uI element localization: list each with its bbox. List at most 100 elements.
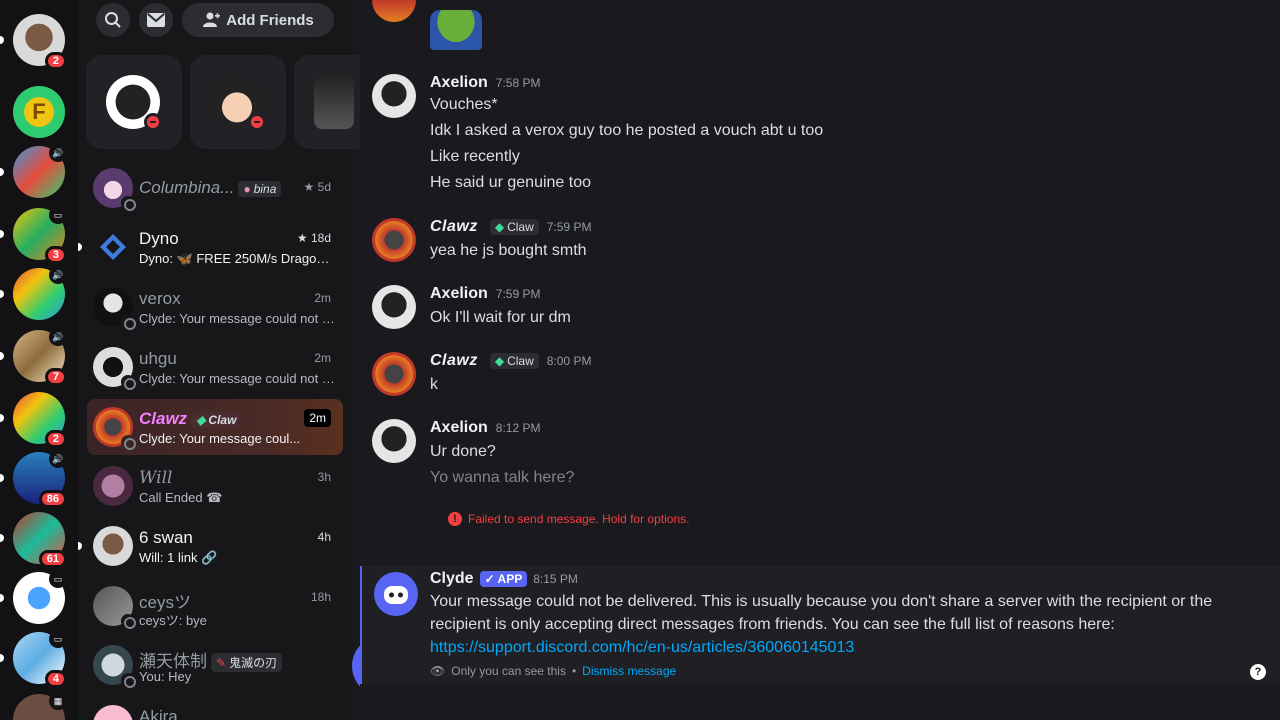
support-link[interactable]: https://support.discord.com/hc/en-us/art… [430,639,854,656]
server-icon-9[interactable]: 61 [0,512,67,568]
favorite-friend-2[interactable] [190,55,286,149]
add-friends-label: Add Friends [226,11,314,29]
server-badge: 61 [38,550,67,568]
server-icon-5[interactable]: 🔊 [0,266,67,320]
dm-preview: You: Hey [139,669,192,684]
dismiss-message-link[interactable]: Dismiss message [582,664,676,678]
favorite-friend-1[interactable] [86,55,182,149]
dm-time: 4h [317,530,331,544]
envelope-icon [147,13,165,27]
server-badge: 2 [44,430,67,448]
avatar[interactable] [372,419,416,463]
avatar[interactable] [372,285,416,329]
message-text: Vouches* [430,96,498,113]
server-badge: 3 [44,246,67,264]
dm-preview: Call Ended ☎ [139,490,223,505]
avatar [93,526,133,566]
speaker-icon: 🔊 [49,144,67,162]
server-icon-1[interactable]: 2 [0,14,67,70]
dm-time: 2m [304,409,331,427]
author-name[interactable]: Clawz [430,218,478,236]
dm-row-uhgu[interactable]: uhgu Clyde: Your message could not b... … [87,339,343,395]
message-text: yea he js bought smth [430,242,587,259]
favorite-friend-3[interactable] [294,55,364,149]
discord-app: 2 F 🔊 ▭ 3 🔊 🔊 7 2 🔊 86 61 ▭ ▭ 4 ▦ Add Fr… [0,0,1280,720]
error-icon: ! [448,512,462,526]
server-badge: 7 [44,368,67,386]
server-icon-12[interactable]: ▦ [13,692,67,720]
server-icon-3[interactable]: 🔊 [0,144,67,198]
server-icon-11[interactable]: ▭ 4 [0,630,67,688]
offline-status-icon [121,614,136,629]
avatar [93,705,133,720]
server-icon-7[interactable]: 2 [0,392,67,448]
offline-status-icon [121,673,136,688]
avatar-partial [372,0,416,22]
dm-time: 3h [317,470,331,484]
dm-row-6swan[interactable]: 6 swan Will: 1 link 🔗 4h [78,518,343,574]
speaker-icon: 🔊 [49,266,67,284]
author-name[interactable]: Axelion [430,74,488,92]
timestamp: 8:12 PM [495,421,541,435]
speaker-icon: 🔊 [49,328,67,346]
message-text: Ur done? [430,443,496,460]
offline-status-icon [121,196,136,211]
inbox-button[interactable] [139,3,173,37]
avatar[interactable] [374,572,418,616]
timestamp: 7:59 PM [546,220,592,234]
dyno-logo-icon [100,234,126,260]
offline-status-icon [121,315,136,330]
search-button[interactable] [96,3,130,37]
help-icon[interactable]: ? [1250,664,1266,680]
screen-share-icon: ▭ [49,630,67,648]
server-tag: ◆ Claw [191,411,242,428]
author-name[interactable]: Axelion [430,285,488,303]
dm-name: Columbina... ● bina [139,178,282,198]
server-tag: ◆ Claw [489,353,539,369]
dm-time: 2m [314,291,331,305]
avatar[interactable] [372,352,416,396]
dm-row-clawz-selected[interactable]: Clawz ◆ Claw Clyde: Your message coul... 2… [87,399,343,455]
dm-row-will[interactable]: Will Call Ended ☎ 3h [87,458,343,514]
avatar [93,227,133,267]
server-icon-8[interactable]: 🔊 86 [0,450,67,508]
dm-preview: Dyno: 🦋 FREE 250M/s Dragon C... [139,251,335,266]
author-name[interactable]: Axelion [430,419,488,437]
dm-row-ceys[interactable]: ceysツ ceysツ: bye 18h [87,578,343,634]
dm-preview: Will: 1 link 🔗 [139,550,218,565]
author-name[interactable]: Clawz [430,352,478,370]
author-name[interactable]: Clyde [430,570,474,588]
message-text: Idk I asked a verox guy too he posted a … [430,122,824,139]
clyde-bot-icon [384,586,408,604]
screen-share-icon: ▭ [49,570,67,588]
dm-row-akira[interactable]: Akira [87,697,343,720]
dm-time: ★ 18d [296,231,331,245]
dm-preview: Clyde: Your message coul... [139,431,301,446]
server-badge: 86 [38,490,67,508]
timestamp: 7:59 PM [495,287,541,301]
dm-name: Will [139,468,173,488]
dm-name: Akira [139,707,178,720]
server-icon-4[interactable]: ▭ 3 [0,206,67,264]
avatar[interactable] [372,74,416,118]
add-friends-button[interactable]: Add Friends [182,3,334,37]
search-icon [105,12,121,28]
dm-row-dyno[interactable]: Dyno Dyno: 🦋 FREE 250M/s Dragon C... ★ 1… [78,219,343,275]
clyde-message-body: Your message could not be delivered. Thi… [430,593,1213,656]
failed-message-text[interactable]: Yo wanna talk here? [430,469,574,487]
avatar[interactable] [372,218,416,262]
dm-row-setentai[interactable]: 瀬天体制 ✎ 鬼滅の刃 You: Hey [87,637,343,693]
dm-time: 18h [310,590,331,604]
dm-row-verox[interactable]: verox Clyde: Your message could not b...… [87,279,343,335]
server-icon-2[interactable]: F [13,86,65,138]
dm-name: Clawz ◆ Claw [139,409,242,429]
dm-row-columbina[interactable]: Columbina... ● bina ★ 5d [87,160,343,216]
pepe-sticker [430,10,482,50]
offline-status-icon [121,435,136,450]
failed-send-notice[interactable]: ! Failed to send message. Hold for optio… [448,512,689,526]
server-icon-10[interactable]: ▭ [0,570,67,624]
server-icon-6[interactable]: 🔊 7 [0,328,67,386]
dm-preview: Clyde: Your message could not b... [139,371,335,386]
dm-name: Dyno [139,229,179,248]
phone-hangup-icon: ☎ [206,490,223,505]
